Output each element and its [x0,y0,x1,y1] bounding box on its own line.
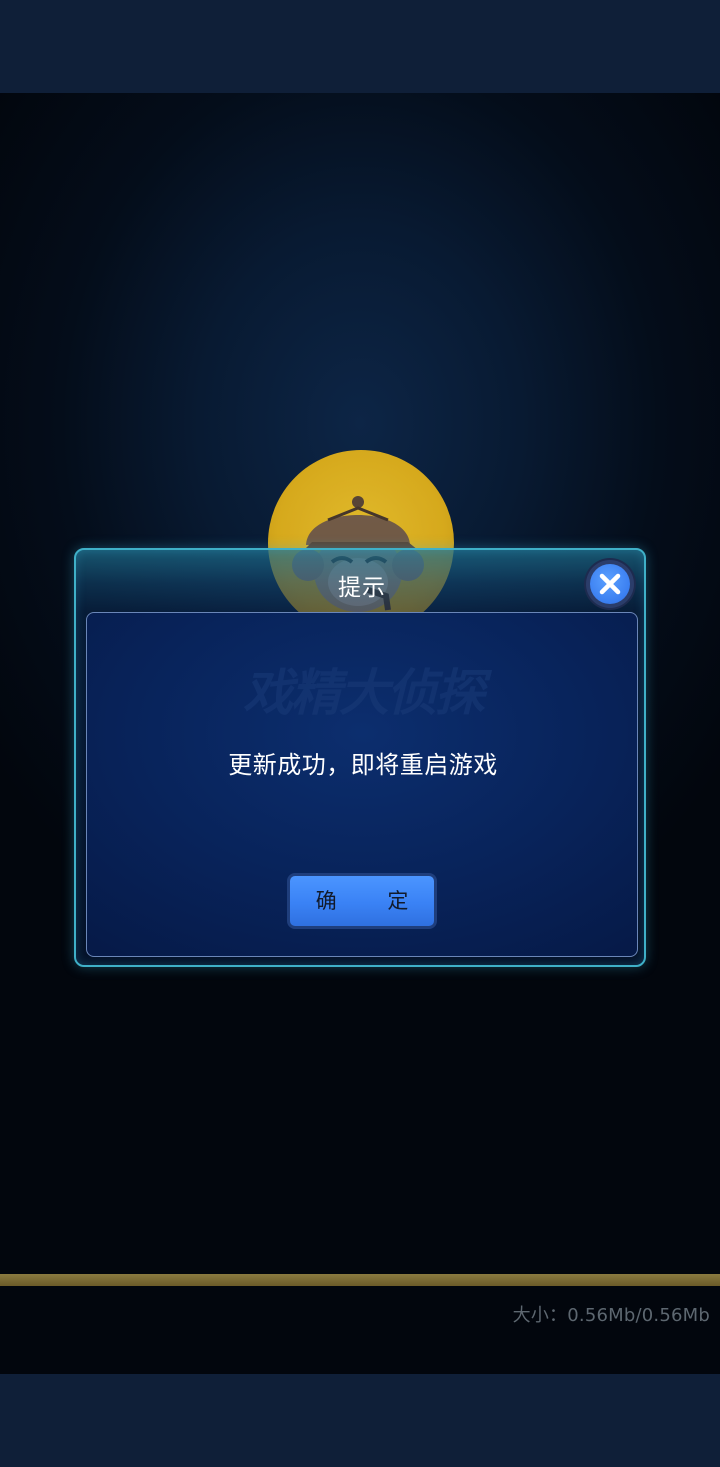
close-button[interactable] [586,560,634,608]
dialog-message: 更新成功，即将重启游戏 [228,751,498,779]
bottom-navigation-bar [0,1374,720,1467]
dialog-content-panel: 戏精大侦探 更新成功，即将重启游戏 确 定 [86,612,638,957]
game-title-watermark: 戏精大侦探 [243,664,485,722]
close-icon [599,573,621,595]
update-dialog: 提示 戏精大侦探 更新成功，即将重启游戏 确 定 [74,548,646,967]
confirm-button[interactable]: 确 定 [287,873,437,929]
dialog-title: 提示 [338,575,386,601]
top-status-bar [0,0,720,93]
